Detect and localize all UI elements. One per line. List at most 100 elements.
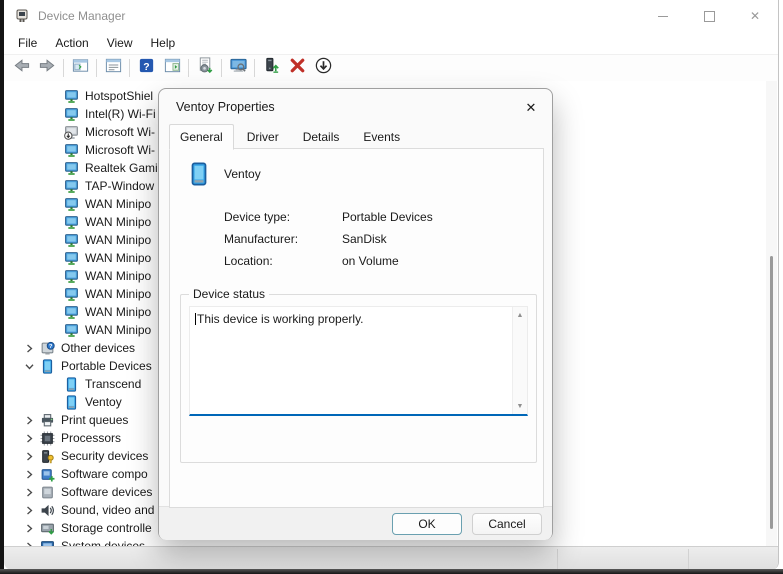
chevron-down-icon[interactable] <box>22 359 36 373</box>
dialog-close-button[interactable]: ✕ <box>520 97 542 119</box>
network-adapter-icon <box>64 179 79 194</box>
tree-item-label: Intel(R) Wi-Fi <box>85 107 156 121</box>
tree-item-label: WAN Minipo <box>85 287 151 301</box>
status-bar-divider <box>557 549 558 569</box>
minimize-button[interactable] <box>640 0 686 32</box>
tab-events[interactable]: Events <box>352 125 411 149</box>
device-info-fields: Device type:Portable DevicesManufacturer… <box>224 206 433 272</box>
device-info-row: Manufacturer:SanDisk <box>224 228 433 250</box>
maximize-icon <box>704 11 715 22</box>
portable-device-icon <box>64 377 79 392</box>
software-device-icon <box>40 485 55 500</box>
window-controls: ✕ <box>640 0 778 32</box>
properties-button[interactable] <box>100 56 126 80</box>
desktop-edge-bottom <box>0 569 783 574</box>
printer-icon <box>40 413 55 428</box>
security-device-icon <box>40 449 55 464</box>
chevron-right-icon[interactable] <box>22 413 36 427</box>
help-icon: ? <box>137 56 156 80</box>
general-tab-page: Ventoy Device type:Portable DevicesManuf… <box>169 148 544 508</box>
chevron-right-icon[interactable] <box>22 485 36 499</box>
uninstall-device-icon <box>288 56 307 80</box>
forward-icon <box>38 56 57 80</box>
dialog-close-icon: ✕ <box>526 100 537 116</box>
field-label: Device type: <box>224 210 342 224</box>
cancel-button[interactable]: Cancel <box>472 513 542 535</box>
toolbar-separator <box>221 59 222 77</box>
tree-item-label: WAN Minipo <box>85 215 151 229</box>
chevron-right-icon[interactable] <box>22 503 36 517</box>
disable-device-button[interactable] <box>310 56 336 80</box>
tree-scrollbar-thumb[interactable] <box>770 256 773 529</box>
menu-help[interactable]: Help <box>142 34 185 52</box>
minimize-icon <box>658 16 668 17</box>
portable-device-icon <box>64 395 79 410</box>
status-scrollbar[interactable]: ▲ ▼ <box>512 307 527 414</box>
uninstall-device-button[interactable] <box>284 56 310 80</box>
close-icon: ✕ <box>750 9 760 23</box>
tree-item-label: Microsoft Wi- <box>85 125 155 139</box>
tree-scrollbar[interactable] <box>766 81 777 546</box>
disable-device-icon <box>314 56 333 80</box>
field-value: on Volume <box>342 254 399 268</box>
network-adapter-disabled-icon <box>64 125 79 140</box>
show-console-tree-icon <box>71 56 90 80</box>
device-info-row: Location:on Volume <box>224 250 433 272</box>
network-adapter-icon <box>64 233 79 248</box>
system-device-icon <box>40 539 55 547</box>
field-label: Location: <box>224 254 342 268</box>
network-adapter-icon <box>64 161 79 176</box>
chevron-right-icon[interactable] <box>22 467 36 481</box>
network-adapter-icon <box>64 215 79 230</box>
tab-details[interactable]: Details <box>292 125 351 149</box>
back-button[interactable] <box>8 56 34 80</box>
dialog-title-bar[interactable]: Ventoy Properties <box>159 89 552 125</box>
tree-item-label: WAN Minipo <box>85 269 151 283</box>
remote-computer-button[interactable] <box>225 56 251 80</box>
device-status-text: This device is working properly. <box>197 312 364 326</box>
dialog-footer: OK Cancel <box>159 506 552 540</box>
network-adapter-icon <box>64 197 79 212</box>
chevron-right-icon[interactable] <box>22 521 36 535</box>
chevron-right-icon[interactable] <box>22 341 36 355</box>
properties-icon <box>104 56 123 80</box>
chevron-right-icon[interactable] <box>22 539 36 546</box>
action-pane-button[interactable] <box>159 56 185 80</box>
update-driver-icon <box>262 56 281 80</box>
tree-item-label: Portable Devices <box>61 359 152 373</box>
tab-driver[interactable]: Driver <box>236 125 290 149</box>
back-icon <box>12 56 31 80</box>
chevron-right-icon[interactable] <box>22 431 36 445</box>
tab-general[interactable]: General <box>169 124 234 150</box>
status-bar <box>4 546 779 570</box>
help-button[interactable]: ? <box>133 56 159 80</box>
title-bar[interactable]: Device Manager ✕ <box>4 0 778 32</box>
tree-item-label: Realtek Gami <box>85 161 158 175</box>
action-pane-icon <box>163 56 182 80</box>
text-cursor <box>195 313 196 325</box>
toolbar-separator <box>96 59 97 77</box>
scroll-down-icon[interactable]: ▼ <box>513 399 527 413</box>
scroll-up-icon[interactable]: ▲ <box>513 308 527 322</box>
chevron-right-icon[interactable] <box>22 449 36 463</box>
scan-hardware-icon <box>196 56 215 80</box>
scan-hardware-button[interactable] <box>192 56 218 80</box>
menu-view[interactable]: View <box>98 34 142 52</box>
menu-file[interactable]: File <box>9 34 46 52</box>
menu-action[interactable]: Action <box>46 34 97 52</box>
network-adapter-icon <box>64 143 79 158</box>
ventoy-properties-dialog: Ventoy Properties ✕ GeneralDriverDetails… <box>158 88 553 540</box>
tree-item-label: Security devices <box>61 449 148 463</box>
tree-item-label: Microsoft Wi- <box>85 143 155 157</box>
show-console-tree-button[interactable] <box>67 56 93 80</box>
tree-item-label: Other devices <box>61 341 135 355</box>
menu-bar: FileActionViewHelp <box>4 32 778 54</box>
close-button[interactable]: ✕ <box>732 0 778 32</box>
update-driver-button[interactable] <box>258 56 284 80</box>
forward-button[interactable] <box>34 56 60 80</box>
ok-button[interactable]: OK <box>392 513 462 535</box>
maximize-button[interactable] <box>686 0 732 32</box>
tree-item-label: TAP-Window <box>85 179 154 193</box>
device-status-textbox[interactable]: This device is working properly. ▲ ▼ <box>189 306 528 416</box>
field-value: SanDisk <box>342 232 387 246</box>
